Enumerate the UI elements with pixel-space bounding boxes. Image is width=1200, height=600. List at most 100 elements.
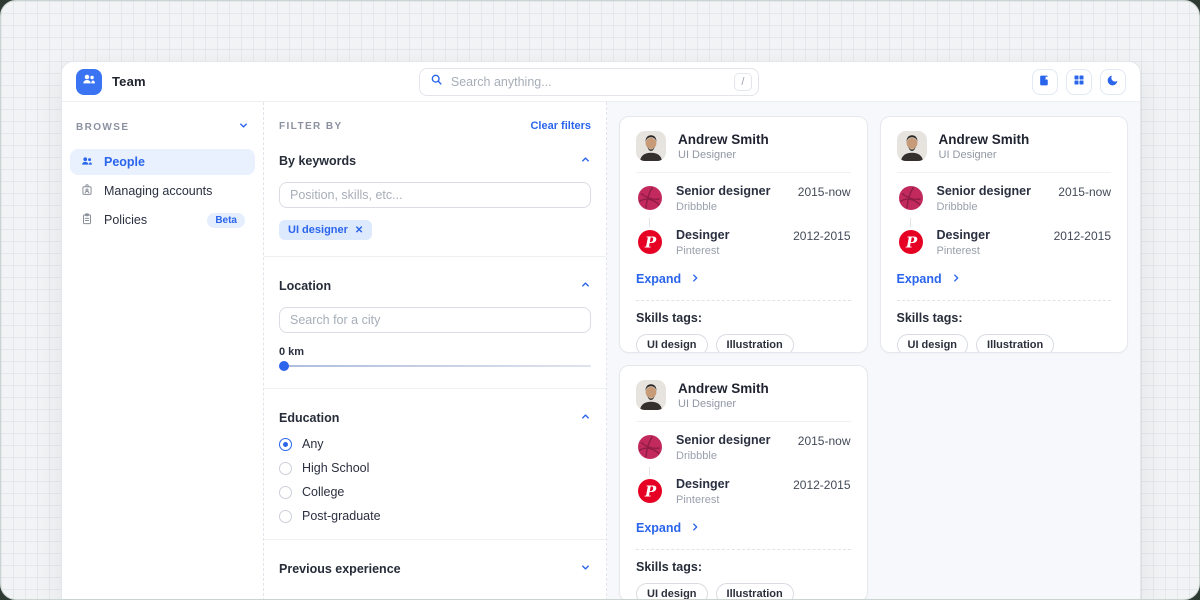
job-title: Senior designer	[676, 184, 770, 198]
experience-entry: P Desinger Pinterest 2012-2015	[636, 477, 851, 510]
chevron-up-icon	[580, 152, 591, 170]
sidebar-item-policies[interactable]: Policies Beta	[70, 207, 255, 233]
skill-tag[interactable]: Illustration	[716, 334, 794, 353]
sidebar-item-label: Managing accounts	[104, 184, 212, 198]
person-role: UI Designer	[939, 149, 1030, 161]
app-title: Team	[112, 74, 146, 89]
skill-tag[interactable]: UI design	[897, 334, 969, 353]
browse-section-header[interactable]: BROWSE	[70, 114, 255, 146]
person-role: UI Designer	[678, 149, 769, 161]
job-period: 2015-now	[1058, 184, 1111, 199]
radio-button[interactable]	[279, 486, 292, 499]
person-role: UI Designer	[678, 398, 769, 410]
job-period: 2015-now	[798, 184, 851, 199]
dribbble-icon	[897, 184, 925, 217]
pinterest-icon: P	[636, 477, 664, 510]
sidebar: BROWSE People	[62, 102, 264, 600]
slider-knob[interactable]	[279, 361, 289, 371]
keyword-tag[interactable]: UI designer ✕	[279, 220, 372, 240]
distance-slider[interactable]	[279, 360, 591, 372]
experience-timeline: Senior designer Dribbble 2015-now P Desi…	[636, 433, 851, 510]
timeline-connector	[910, 218, 911, 227]
experience-section-header[interactable]: Previous experience	[279, 560, 591, 578]
clear-filters-link[interactable]: Clear filters	[530, 120, 591, 132]
avatar	[897, 131, 927, 161]
radio-button[interactable]	[279, 462, 292, 475]
profile-card[interactable]: Andrew Smith UI Designer	[880, 116, 1129, 353]
company-name: Pinterest	[676, 494, 730, 506]
svg-text:P: P	[644, 483, 657, 501]
expand-link[interactable]: Expand	[897, 272, 961, 286]
radio-high-school[interactable]: High School	[279, 461, 591, 475]
sidebar-item-label: Policies	[104, 213, 147, 227]
slider-track[interactable]	[279, 365, 591, 367]
profile-card[interactable]: Andrew Smith UI Designer	[619, 365, 868, 600]
radio-any[interactable]: Any	[279, 437, 591, 451]
skills-label: Skills tags:	[897, 311, 1112, 325]
apps-button[interactable]	[1066, 69, 1092, 95]
company-name: Dribbble	[937, 201, 1031, 213]
search-shortcut-key: /	[734, 73, 752, 91]
chevron-right-icon	[690, 521, 700, 535]
skill-tag[interactable]: Illustration	[976, 334, 1054, 353]
search-icon	[430, 73, 443, 91]
svg-text:P: P	[904, 234, 917, 252]
library-button[interactable]	[1032, 69, 1058, 95]
section-divider	[264, 256, 606, 257]
radio-button[interactable]	[279, 510, 292, 523]
radio-button[interactable]	[279, 438, 292, 451]
company-name: Dribbble	[676, 201, 770, 213]
dark-mode-button[interactable]	[1100, 69, 1126, 95]
job-title: Senior designer	[676, 433, 770, 447]
app-window: Team /	[61, 61, 1141, 600]
location-section-header[interactable]: Location	[279, 277, 591, 295]
job-period: 2012-2015	[793, 228, 850, 243]
remove-tag-icon[interactable]: ✕	[355, 225, 363, 236]
app-logo	[76, 69, 102, 95]
skill-tag[interactable]: UI design	[636, 583, 708, 600]
chevron-up-icon	[580, 409, 591, 427]
experience-entry: Senior designer Dribbble 2015-now	[897, 184, 1112, 217]
skill-tag[interactable]: UI design	[636, 334, 708, 353]
timeline-connector	[649, 218, 650, 227]
radio-college[interactable]: College	[279, 485, 591, 499]
profile-card[interactable]: Andrew Smith UI Designer	[619, 116, 868, 353]
job-period: 2015-now	[798, 433, 851, 448]
divider	[897, 300, 1112, 301]
section-divider	[264, 388, 606, 389]
company-name: Dribbble	[676, 450, 770, 462]
dribbble-icon	[636, 433, 664, 466]
job-period: 2012-2015	[1054, 228, 1111, 243]
job-period: 2012-2015	[793, 477, 850, 492]
radio-post-graduate[interactable]: Post-graduate	[279, 509, 591, 523]
job-title: Senior designer	[937, 184, 1031, 198]
keywords-input[interactable]	[279, 182, 591, 208]
sidebar-item-managing-accounts[interactable]: Managing accounts	[70, 178, 255, 204]
company-name: Pinterest	[937, 245, 991, 257]
keywords-section-header[interactable]: By keywords	[279, 152, 591, 170]
timeline-connector	[649, 467, 650, 476]
expand-link[interactable]: Expand	[636, 521, 700, 535]
skills-label: Skills tags:	[636, 311, 851, 325]
sidebar-item-people[interactable]: People	[70, 149, 255, 175]
moon-icon	[1106, 74, 1119, 90]
chevron-right-icon	[951, 272, 961, 286]
chevron-up-icon	[580, 277, 591, 295]
filter-panel: FILTER BY Clear filters By keywords UI d…	[264, 102, 607, 600]
filter-by-label: FILTER BY	[279, 121, 343, 132]
experience-timeline: Senior designer Dribbble 2015-now P Desi…	[897, 184, 1112, 261]
chevron-down-icon	[238, 118, 249, 136]
expand-link[interactable]: Expand	[636, 272, 700, 286]
skill-tag[interactable]: Illustration	[716, 583, 794, 600]
grid-icon	[1073, 74, 1085, 89]
header-actions	[1032, 69, 1126, 95]
search-input[interactable]	[451, 75, 726, 89]
person-name: Andrew Smith	[678, 381, 769, 396]
city-search-input[interactable]	[279, 307, 591, 333]
dribbble-icon	[636, 184, 664, 217]
pinterest-icon: P	[636, 228, 664, 261]
education-section-header[interactable]: Education	[279, 409, 591, 427]
global-search[interactable]: /	[419, 68, 759, 96]
id-badge-icon	[80, 183, 94, 200]
skills-label: Skills tags:	[636, 560, 851, 574]
